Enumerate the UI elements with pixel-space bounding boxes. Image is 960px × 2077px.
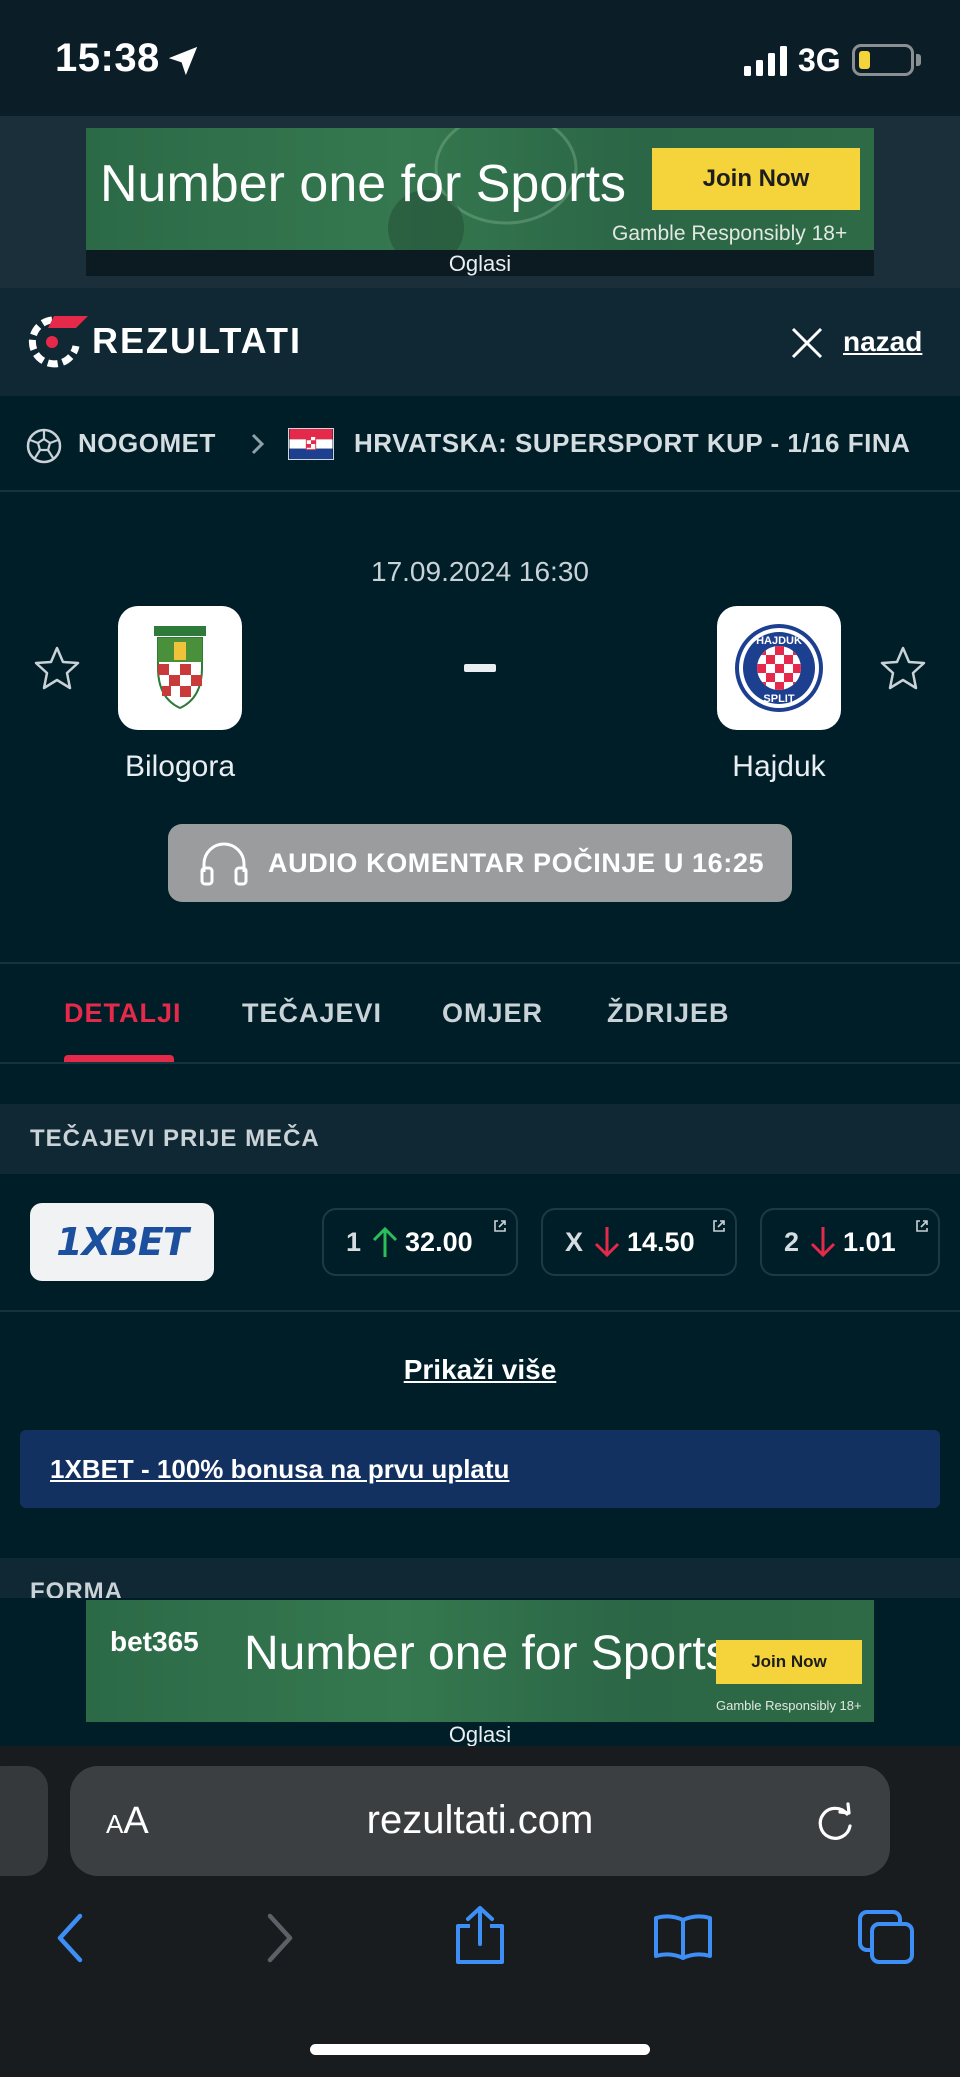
odd-draw[interactable]: X 14.50 — [541, 1208, 737, 1276]
bookmarks-icon[interactable] — [652, 1912, 714, 1962]
top-ad-join-button[interactable]: Join Now — [652, 148, 860, 210]
breadcrumb-league-link[interactable]: HRVATSKA: SUPERSPORT KUP - 1/16 FINA — [354, 428, 924, 459]
top-ad-headline: Number one for Sports — [100, 155, 627, 213]
home-team-logo[interactable] — [118, 606, 242, 730]
bottom-ad-caption: Oglasi — [448, 1722, 512, 1747]
score-separator — [464, 664, 496, 672]
status-time: 15:38 — [55, 36, 160, 80]
audio-commentary-label: AUDIO KOMENTAR POČINJE U 16:25 — [268, 847, 765, 878]
back-link[interactable]: nazad — [843, 326, 922, 358]
bottom-ad-join-button[interactable]: Join Now — [716, 1640, 862, 1684]
home-indicator[interactable] — [310, 2044, 650, 2055]
rezultati-logo-text[interactable]: REZULTATI — [92, 320, 302, 362]
croatia-flag-icon — [288, 428, 334, 460]
reload-icon[interactable] — [814, 1800, 856, 1844]
svg-text:SPLIT: SPLIT — [763, 693, 794, 705]
form-section-header — [0, 1558, 960, 1598]
away-team-name[interactable]: Hajduk — [659, 750, 899, 784]
bilogora-crest-icon — [154, 626, 206, 710]
active-tab-indicator — [64, 1055, 174, 1062]
hajduk-crest-icon: HAJDUK SPLIT — [735, 624, 823, 712]
away-team-logo[interactable]: HAJDUK SPLIT — [717, 606, 841, 730]
odd-away-label: 2 — [784, 1226, 800, 1257]
tab-h2h[interactable]: OMJER — [442, 998, 543, 1029]
forward-icon[interactable] — [262, 1910, 298, 1966]
svg-text:HAJDUK: HAJDUK — [756, 635, 802, 647]
promo-link[interactable]: 1XBET - 100% bonusa na prvu uplatu — [50, 1454, 509, 1485]
external-link-icon — [916, 1220, 928, 1232]
odds-section-title: TEČAJEVI PRIJE MEČA — [30, 1125, 320, 1152]
bottom-ad-banner[interactable]: bet365 Number one for Sports Join Now Ga… — [86, 1600, 874, 1722]
top-ad-caption: Oglasi — [448, 251, 512, 276]
headphones-icon — [200, 842, 248, 886]
breadcrumb-sport-link[interactable]: NOGOMET — [78, 428, 216, 459]
bookmaker-name: 1XBET — [56, 1220, 189, 1264]
odd-away-value: 1.01 — [843, 1226, 896, 1257]
odd-home-value: 32.00 — [405, 1226, 473, 1257]
share-icon[interactable] — [452, 1904, 508, 1966]
odd-away[interactable]: 2 1.01 — [760, 1208, 940, 1276]
odd-home-label: 1 — [346, 1226, 362, 1257]
odd-draw-value: 14.50 — [627, 1226, 695, 1257]
match-datetime: 17.09.2024 16:30 — [371, 556, 589, 587]
tabs-icon[interactable] — [856, 1908, 916, 1966]
odd-draw-label: X — [565, 1226, 584, 1257]
battery-icon — [852, 44, 914, 76]
signal-icon — [744, 46, 787, 76]
football-icon — [26, 428, 62, 464]
location-arrow-icon — [168, 46, 198, 76]
audio-commentary-button[interactable]: AUDIO KOMENTAR POČINJE U 16:25 — [168, 824, 792, 902]
bookmaker-logo[interactable]: 1XBET — [30, 1203, 214, 1281]
home-team-name[interactable]: Bilogora — [60, 750, 300, 784]
battery-tip — [916, 54, 921, 66]
top-ad-legal: Gamble Responsibly 18+ — [612, 222, 848, 245]
bottom-ad-brand: bet365 — [110, 1626, 199, 1657]
arrow-down-icon — [594, 1227, 620, 1258]
network-type: 3G — [798, 42, 841, 78]
tab-odds[interactable]: TEČAJEVI — [242, 998, 382, 1029]
arrow-up-icon — [372, 1226, 398, 1257]
tab-details[interactable]: DETALJI — [64, 998, 182, 1029]
arrow-down-icon — [810, 1227, 836, 1258]
favorite-away-star-icon[interactable] — [878, 644, 928, 694]
close-icon[interactable] — [790, 326, 824, 360]
favorite-home-star-icon[interactable] — [32, 644, 82, 694]
show-more-link[interactable]: Prikaži više — [0, 1354, 960, 1386]
external-link-icon — [494, 1220, 506, 1232]
top-ad-banner[interactable]: Number one for Sports Join Now Gamble Re… — [86, 128, 874, 250]
chevron-right-icon — [251, 433, 265, 455]
tab-draw[interactable]: ŽDRIJEB — [607, 998, 730, 1029]
external-link-icon — [713, 1220, 725, 1232]
back-icon[interactable] — [52, 1910, 88, 1966]
rezultati-logo-icon[interactable] — [24, 312, 90, 368]
bottom-ad-headline: Number one for Sports — [244, 1627, 730, 1680]
odd-home[interactable]: 1 32.00 — [322, 1208, 518, 1276]
bottom-ad-legal: Gamble Responsibly 18+ — [716, 1698, 862, 1713]
